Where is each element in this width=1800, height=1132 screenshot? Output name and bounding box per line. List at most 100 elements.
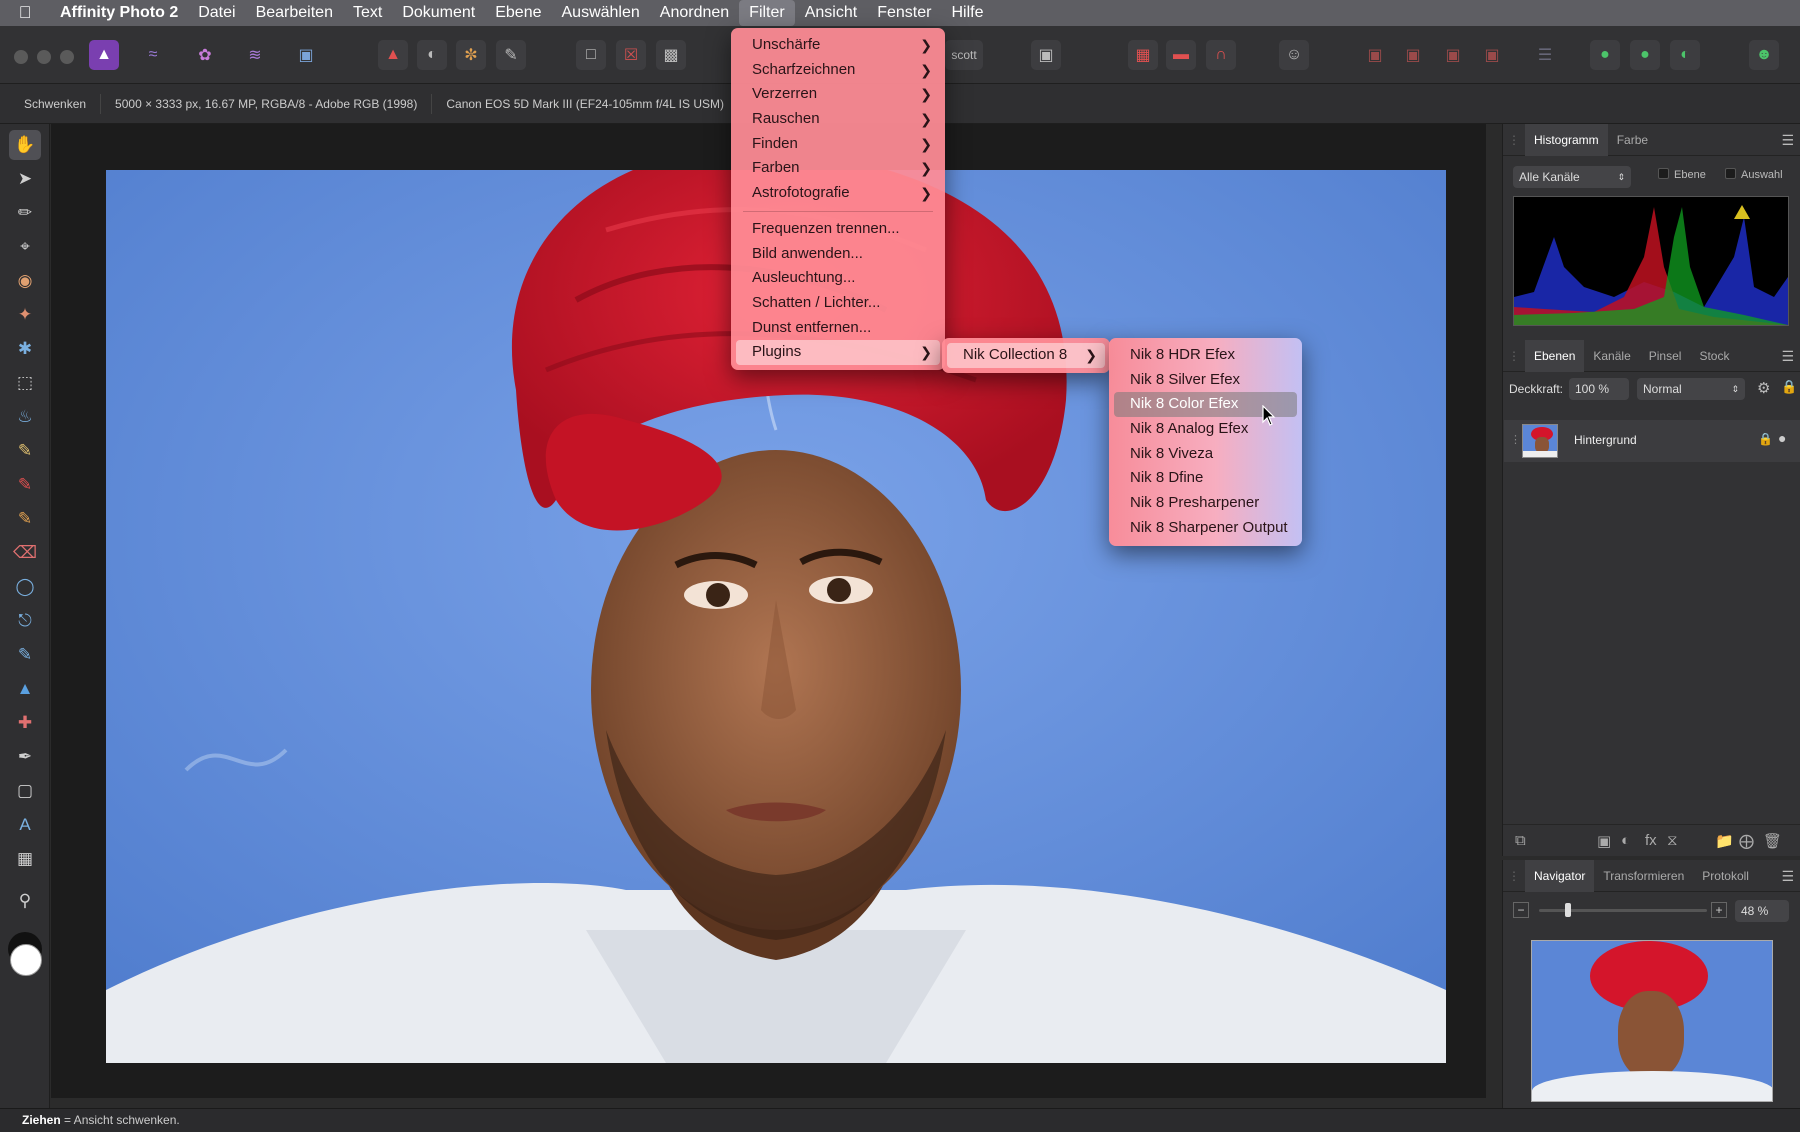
- menu-bearbeiten[interactable]: Bearbeiten: [246, 0, 343, 26]
- auto-white-balance-icon[interactable]: ✎: [496, 40, 526, 70]
- menu-text[interactable]: Text: [343, 0, 392, 26]
- menu-item-farben[interactable]: Farben ❯: [736, 156, 940, 181]
- tab-histogramm[interactable]: Histogramm: [1525, 123, 1608, 156]
- menu-item-verzerren[interactable]: Verzerren ❯: [736, 82, 940, 107]
- auto-levels-icon[interactable]: ▲: [378, 40, 408, 70]
- menu-item-nik-collection-8[interactable]: Nik Collection 8 ❯: [947, 343, 1105, 368]
- zoom-out-button[interactable]: −: [1513, 902, 1529, 918]
- menu-item-nik-viveza[interactable]: Nik 8 Viveza: [1114, 442, 1297, 467]
- menu-datei[interactable]: Datei: [188, 0, 245, 26]
- add-mask-icon[interactable]: ▣: [1597, 832, 1611, 850]
- tab-stock[interactable]: Stock: [1690, 340, 1738, 372]
- foreground-color-swatch[interactable]: [10, 944, 42, 976]
- align-icon[interactable]: ☰: [1530, 40, 1560, 70]
- smudge-tool-icon[interactable]: ✎: [9, 640, 41, 670]
- move-tool-icon[interactable]: ➤: [9, 164, 41, 194]
- dodge-tool-icon[interactable]: ✎: [9, 504, 41, 534]
- clone-stamp-tool-icon[interactable]: ⎋: [9, 606, 41, 636]
- menu-item-rauschen[interactable]: Rauschen ❯: [736, 107, 940, 132]
- layer-lock-icon[interactable]: 🔒: [1758, 432, 1773, 446]
- boolean-add-icon[interactable]: ●: [1590, 40, 1620, 70]
- view-tool-hand-icon[interactable]: ✋: [9, 130, 41, 160]
- panel-menu-icon[interactable]: ☰: [1781, 868, 1794, 885]
- panel-grip-icon[interactable]: ⋮: [1503, 133, 1525, 147]
- live-filter-icon[interactable]: fx: [1645, 832, 1657, 849]
- pixel-layer-icon[interactable]: ⧖: [1667, 832, 1678, 849]
- tab-protokoll[interactable]: Protokoll: [1693, 860, 1758, 892]
- flood-select-tool-icon[interactable]: ✱: [9, 334, 41, 364]
- flood-fill-tool-icon[interactable]: ♨: [9, 402, 41, 432]
- menu-dokument[interactable]: Dokument: [392, 0, 485, 26]
- menu-item-nik-hdr-efex[interactable]: Nik 8 HDR Efex: [1114, 343, 1297, 368]
- window-zoom-button[interactable]: [60, 50, 74, 64]
- quick-mask-icon[interactable]: ▣: [1031, 40, 1061, 70]
- photo-persona-icon[interactable]: ▲: [89, 40, 119, 70]
- deselect-icon[interactable]: ☒: [616, 40, 646, 70]
- lock-icon[interactable]: 🔒: [1781, 379, 1797, 395]
- arrange-backward-icon[interactable]: ▣: [1398, 40, 1428, 70]
- menu-item-scharfzeichnen[interactable]: Scharfzeichnen ❯: [736, 58, 940, 83]
- menu-item-finden[interactable]: Finden ❯: [736, 132, 940, 157]
- zoom-slider[interactable]: [1539, 903, 1707, 917]
- zoom-field[interactable]: 48 %: [1735, 900, 1789, 922]
- blend-mode-select[interactable]: Normal ⇕: [1637, 378, 1745, 400]
- boolean-intersect-icon[interactable]: ◐: [1670, 40, 1700, 70]
- pen-tool-icon[interactable]: ✒: [9, 742, 41, 772]
- mesh-warp-tool-icon[interactable]: ▦: [9, 844, 41, 874]
- layer-row-hintergrund[interactable]: ⋮ Hintergrund 🔒 ●: [1504, 420, 1800, 462]
- menu-item-ausleuchtung[interactable]: Ausleuchtung...: [736, 266, 940, 291]
- magnet-icon[interactable]: ∩: [1206, 40, 1236, 70]
- export-persona-icon[interactable]: ▣: [291, 40, 321, 70]
- panel-grip-icon[interactable]: ⋮: [1503, 349, 1525, 363]
- menu-auswaehlen[interactable]: Auswählen: [552, 0, 650, 26]
- window-minimize-button[interactable]: [37, 50, 51, 64]
- arrange-back-icon[interactable]: ▣: [1360, 40, 1390, 70]
- zoom-tool-icon[interactable]: ⚲: [9, 886, 41, 916]
- mask-icon[interactable]: ▬: [1166, 40, 1196, 70]
- boolean-subtract-icon[interactable]: ●: [1630, 40, 1660, 70]
- crop-tool-icon[interactable]: ⌖: [9, 232, 41, 262]
- arrange-front-icon[interactable]: ▣: [1477, 40, 1507, 70]
- panel-menu-icon[interactable]: ☰: [1781, 348, 1794, 365]
- blur-tool-icon[interactable]: ◯: [9, 572, 41, 602]
- menu-item-schatten-lichter[interactable]: Schatten / Lichter...: [736, 291, 940, 316]
- menu-filter[interactable]: Filter: [739, 0, 795, 26]
- auto-contrast-icon[interactable]: ◐: [417, 40, 447, 70]
- select-all-icon[interactable]: □: [576, 40, 606, 70]
- apple-icon[interactable]: : [0, 3, 50, 23]
- healing-tool-icon[interactable]: ▲: [9, 674, 41, 704]
- snapping-icon[interactable]: ▦: [1128, 40, 1158, 70]
- layer-visibility-icon[interactable]: ●: [1778, 430, 1786, 446]
- menu-item-nik-sharpener-output[interactable]: Nik 8 Sharpener Output: [1114, 516, 1297, 541]
- zoom-slider-handle[interactable]: [1565, 903, 1571, 917]
- menu-item-dunst-entfernen[interactable]: Dunst entfernen...: [736, 316, 940, 341]
- develop-persona-icon[interactable]: ✿: [190, 40, 220, 70]
- text-tool-icon[interactable]: A: [9, 810, 41, 840]
- menu-item-nik-silver-efex[interactable]: Nik 8 Silver Efex: [1114, 368, 1297, 393]
- gear-icon[interactable]: ⚙: [1757, 379, 1770, 397]
- pixel-tool-icon[interactable]: ✎: [9, 470, 41, 500]
- zoom-in-button[interactable]: +: [1711, 902, 1727, 918]
- selection-checkbox[interactable]: Auswahl: [1725, 168, 1783, 181]
- rectangle-tool-icon[interactable]: ▢: [9, 776, 41, 806]
- assistant-icon[interactable]: ☺: [1279, 40, 1309, 70]
- selection-brush-tool-icon[interactable]: ✦: [9, 300, 41, 330]
- adjustment-icon[interactable]: ◐: [1621, 832, 1630, 849]
- add-layer-icon[interactable]: ⨁: [1739, 832, 1754, 850]
- arrange-forward-icon[interactable]: ▣: [1438, 40, 1468, 70]
- drag-handle-icon[interactable]: ⋮: [1510, 433, 1521, 446]
- tone-mapping-persona-icon[interactable]: ≋: [240, 40, 270, 70]
- menu-item-astrofotografie[interactable]: Astrofotografie ❯: [736, 181, 940, 206]
- menu-item-frequenzen-trennen[interactable]: Frequenzen trennen...: [736, 217, 940, 242]
- menu-ansicht[interactable]: Ansicht: [795, 0, 867, 26]
- channel-select[interactable]: Alle Kanäle ⇕: [1513, 166, 1631, 188]
- group-folder-icon[interactable]: 📁: [1715, 832, 1734, 850]
- user-account-icon[interactable]: ☻: [1749, 40, 1779, 70]
- layer-options-icon[interactable]: ⧉: [1515, 832, 1526, 849]
- menu-app[interactable]: Affinity Photo 2: [50, 0, 188, 26]
- delete-layer-icon[interactable]: 🗑: [1763, 832, 1782, 850]
- menu-item-unschaerfe[interactable]: Unschärfe ❯: [736, 33, 940, 58]
- opacity-field[interactable]: 100 %: [1569, 378, 1629, 400]
- paint-brush-tool-icon[interactable]: ✎: [9, 436, 41, 466]
- window-close-button[interactable]: [14, 50, 28, 64]
